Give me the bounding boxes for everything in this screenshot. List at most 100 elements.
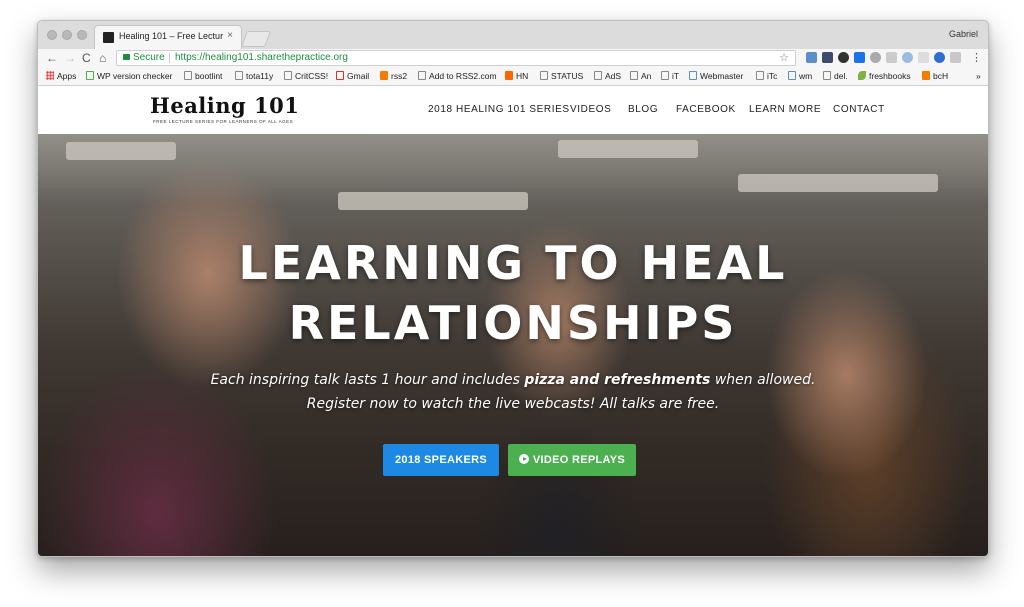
bookmark-label: iT (672, 71, 680, 81)
bookmark-label: CritCSS! (295, 71, 329, 81)
home-icon[interactable]: ⌂ (99, 51, 106, 65)
bookmark-label: bcH (933, 71, 949, 81)
hero-headline-line1: LEARNING TO HEAL (238, 236, 788, 290)
bookmark-label: STATUS (551, 71, 584, 81)
lock-icon (123, 54, 130, 60)
reload-icon[interactable]: C (82, 51, 91, 65)
page-icon (284, 71, 292, 80)
address-bar[interactable]: Secure https://healing101.sharethepracti… (116, 50, 796, 66)
bookmark-tota11y[interactable]: tota11y (235, 71, 273, 81)
apps-grid-icon (46, 71, 54, 80)
page-icon (540, 71, 548, 80)
site-logo[interactable]: Healing 101 (150, 93, 299, 118)
bookmark-label: Apps (57, 71, 77, 81)
bookmark-label: Gmail (347, 71, 370, 81)
extension-icon[interactable] (934, 52, 945, 63)
bookmark-label: bootlint (195, 71, 223, 81)
hero-subtitle-line1: Each inspiring talk lasts 1 hour and inc… (38, 372, 988, 388)
bookmark-del[interactable]: del. (823, 71, 848, 81)
bookmark-freshbooks[interactable]: freshbooks (858, 71, 911, 81)
page-icon (823, 71, 831, 80)
chrome-menu-icon[interactable]: ⋮ (971, 51, 982, 64)
bookmark-gmail[interactable]: Gmail (336, 71, 369, 81)
bookmark-critcss[interactable]: CritCSS! (284, 71, 328, 81)
bookmark-bootlint[interactable]: bootlint (184, 71, 222, 81)
page-icon (661, 71, 669, 80)
extension-icon[interactable] (902, 52, 913, 63)
extension-icon[interactable] (886, 52, 897, 63)
zoom-window-icon[interactable] (77, 30, 87, 40)
bookmark-webmaster[interactable]: Webmaster (689, 71, 743, 81)
address-separator (169, 53, 170, 63)
bookmark-rss2[interactable]: rss2 (380, 71, 407, 81)
bookmark-an[interactable]: An (630, 71, 651, 81)
bookmark-label: tota11y (246, 71, 274, 81)
leaf-icon (858, 71, 866, 80)
close-window-icon[interactable] (47, 30, 57, 40)
hacker-news-icon (505, 71, 513, 80)
extension-icon[interactable] (854, 52, 865, 63)
bookmark-label: Webmaster (700, 71, 744, 81)
extension-icon[interactable] (870, 52, 881, 63)
bookmark-itc[interactable]: iTc (756, 71, 777, 81)
subtitle-emphasis: pizza and refreshments (524, 372, 711, 388)
site-header: Healing 101 FREE LECTURE SERIES FOR LEAR… (38, 86, 988, 134)
video-replays-button[interactable]: VIDEO REPLAYS (508, 444, 636, 476)
bookmark-label: Add to RSS2.com (429, 71, 497, 81)
browser-toolbar: ← → C ⌂ Secure https://healing101.sharet… (38, 49, 988, 69)
subtitle-text: Each inspiring talk lasts 1 hour and inc… (210, 372, 525, 388)
extension-icon[interactable] (822, 52, 833, 63)
back-icon[interactable]: ← (46, 51, 58, 65)
bookmarks-overflow-icon[interactable]: » (976, 71, 981, 81)
gmail-icon (336, 71, 344, 80)
bookmark-wm[interactable]: wm (788, 71, 812, 81)
minimize-window-icon[interactable] (62, 30, 72, 40)
extension-icon[interactable] (806, 52, 817, 63)
page-icon (235, 71, 243, 80)
nav-contact[interactable]: CONTACT (833, 104, 885, 115)
url-text[interactable]: https://healing101.sharethepractice.org (175, 52, 348, 63)
hero-section: LEARNING TO HEAL RELATIONSHIPS Each insp… (38, 134, 988, 556)
bookmark-ads[interactable]: AdS (594, 71, 621, 81)
bookmark-add-to-rss2[interactable]: Add to RSS2.com (418, 71, 497, 81)
nav-facebook[interactable]: FACEBOOK (676, 104, 736, 115)
subtitle-text: when allowed. (710, 372, 816, 388)
nav-2018-series[interactable]: 2018 HEALING 101 SERIES (428, 104, 570, 115)
webmaster-icon (788, 71, 796, 80)
bookmark-wp-version-checker[interactable]: WP version checker (86, 71, 172, 81)
bookmark-label: rss2 (391, 71, 408, 81)
new-tab-button[interactable] (241, 31, 271, 47)
nav-videos[interactable]: VIDEOS (570, 104, 611, 115)
page-icon (184, 71, 192, 80)
forward-icon[interactable]: → (64, 51, 76, 65)
tab-strip: Healing 101 – Free Lecture Series × Gabr… (38, 21, 988, 49)
tab-close-icon[interactable]: × (227, 30, 233, 41)
page-icon (630, 71, 638, 80)
bookmark-label: del. (834, 71, 848, 81)
bookmark-label: AdS (605, 71, 622, 81)
bookmark-bch[interactable]: bcH (922, 71, 948, 81)
bookmark-it[interactable]: iT (661, 71, 679, 81)
extension-icon[interactable] (918, 52, 929, 63)
page-icon (418, 71, 426, 80)
profile-name[interactable]: Gabriel (949, 29, 978, 39)
hero-headline-line2: RELATIONSHIPS (288, 296, 738, 350)
extension-icon[interactable] (838, 52, 849, 63)
bookmark-apps[interactable]: Apps (46, 71, 76, 81)
tab-healing-101[interactable]: Healing 101 – Free Lecture Series × (94, 25, 242, 49)
site-tagline: FREE LECTURE SERIES FOR LEARNERS OF ALL … (153, 119, 294, 124)
rss-icon (380, 71, 388, 80)
checkmark-icon (86, 71, 94, 80)
browser-window: Healing 101 – Free Lecture Series × Gabr… (37, 20, 989, 557)
speakers-button[interactable]: 2018 SPEAKERS (383, 444, 499, 476)
bch-icon (922, 71, 930, 80)
bookmark-star-icon[interactable]: ☆ (779, 51, 789, 64)
bookmark-hn[interactable]: HN (505, 71, 528, 81)
bookmarks-bar: Apps WP version checker bootlint tota11y… (38, 69, 988, 86)
bookmark-status[interactable]: STATUS (540, 71, 583, 81)
bookmark-label: WP version checker (97, 71, 173, 81)
bookmark-label: wm (799, 71, 813, 81)
nav-learn-more[interactable]: LEARN MORE (749, 104, 821, 115)
nav-blog[interactable]: BLOG (628, 104, 658, 115)
extension-icon[interactable] (950, 52, 961, 63)
